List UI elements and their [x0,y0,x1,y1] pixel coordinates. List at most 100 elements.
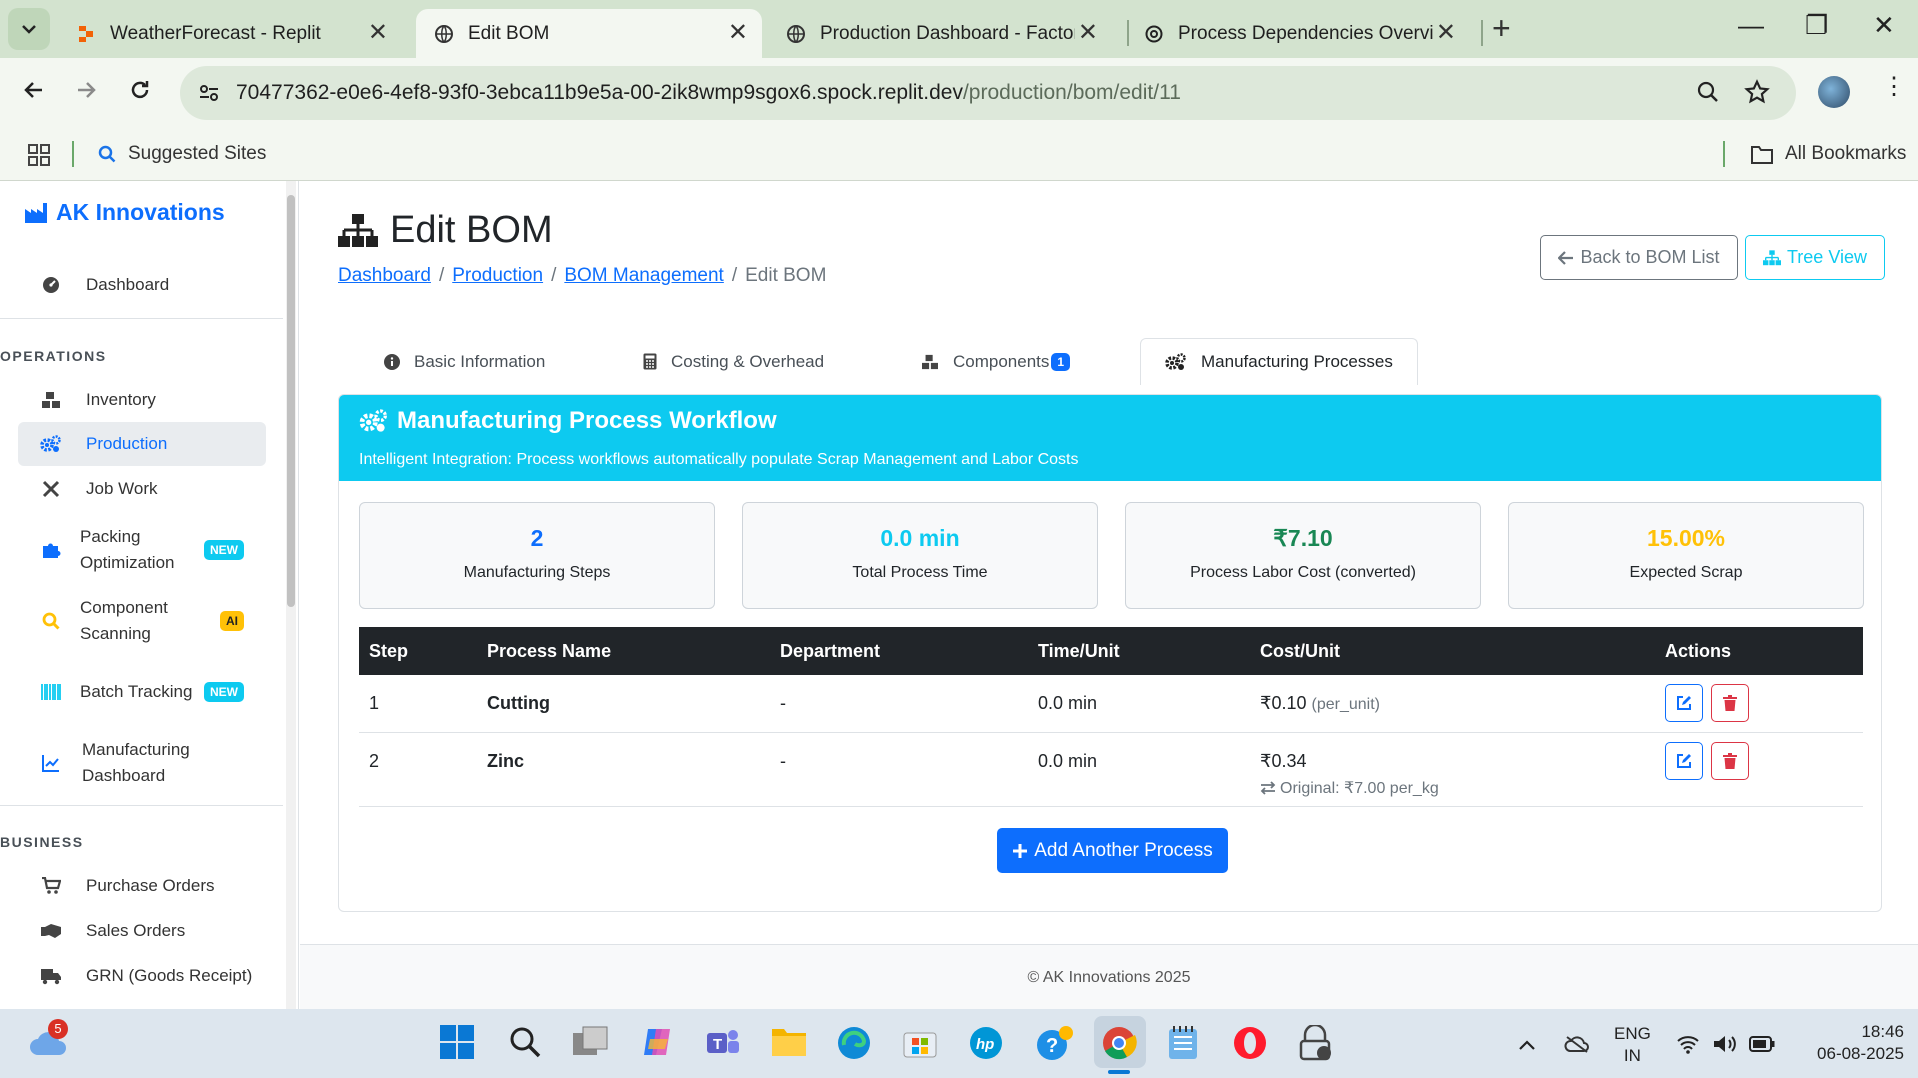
tab-search-button[interactable] [8,8,50,50]
onedrive-icon[interactable] [1564,1035,1590,1053]
reload-icon[interactable] [128,78,152,102]
breadcrumb-dashboard[interactable]: Dashboard [338,265,431,286]
battery-icon[interactable] [1749,1036,1775,1052]
chrome-icon[interactable] [1101,1025,1137,1061]
sidebar-item-job-work[interactable]: Job Work [18,468,266,510]
hp-security-icon[interactable] [1297,1025,1335,1061]
windows-start-icon[interactable] [440,1025,474,1059]
sidebar-item-production[interactable]: Production [18,422,266,466]
close-tab-icon[interactable]: ✕ [728,21,748,45]
business-heading: BUSINESS [0,834,84,850]
sidebar-item-dashboard[interactable]: Dashboard [18,265,266,305]
breadcrumb-production[interactable]: Production [452,265,543,286]
sidebar-item-packing-optimization[interactable]: Packing Optimization NEW [18,521,266,579]
tab-title: WeatherForecast - Replit [110,22,321,44]
close-tab-icon[interactable]: ✕ [368,21,388,45]
restore-button[interactable]: ❐ [1805,10,1828,41]
cost-value: ₹0.34 [1260,750,1307,771]
brand-link[interactable]: AK Innovations [24,199,225,226]
tab-costing-overhead[interactable]: Costing & Overhead [643,338,824,385]
back-to-bom-list-button[interactable]: Back to BOM List [1540,235,1738,280]
address-bar[interactable]: 70477362-e0e6-4ef8-93f0-3ebca11b9e5a-00-… [180,66,1796,120]
help-icon[interactable]: ? [1034,1025,1074,1061]
tab-components[interactable]: Components 1 [921,338,1071,385]
column-header-actions: Actions [1665,640,1732,661]
cogs-icon [1165,353,1186,370]
all-bookmarks-button[interactable]: All Bookmarks [1785,143,1906,165]
stat-value: 0.0 min [880,525,960,551]
sidebar-item-manufacturing-dashboard[interactable]: Manufacturing Dashboard [18,734,266,792]
copilot-icon[interactable] [640,1025,674,1059]
task-view-icon[interactable] [573,1025,609,1059]
add-another-process-button[interactable]: Add Another Process [997,828,1228,873]
browser-tab-production-dashboard[interactable]: Production Dashboard - Factory ✕ [768,9,1112,58]
weather-widget[interactable]: 5 [28,1019,68,1057]
close-tab-icon[interactable]: ✕ [1078,21,1098,45]
sidebar-item-batch-tracking[interactable]: Batch Tracking NEW [18,663,266,721]
tab-manufacturing-processes[interactable]: Manufacturing Processes [1140,338,1418,385]
edit-process-button[interactable] [1665,741,1703,780]
date-text: 06-08-2025 [1817,1044,1904,1063]
minimize-button[interactable]: — [1738,10,1764,41]
process-workflow-card: Manufacturing Process Workflow Intellige… [338,394,1882,912]
sidebar-item-label: Component Scanning [80,598,168,643]
close-tab-icon[interactable]: ✕ [1436,21,1456,45]
tab-basic-information[interactable]: Basic Information [384,338,545,385]
notepad-icon[interactable] [1167,1025,1199,1061]
tab-separator [1481,20,1483,46]
suggested-sites-link[interactable]: Suggested Sites [128,143,266,165]
chevron-up-icon[interactable] [1518,1039,1536,1051]
page-title-text: Edit BOM [390,209,553,251]
volume-icon[interactable] [1712,1034,1738,1054]
file-explorer-icon[interactable] [771,1025,807,1057]
store-icon[interactable] [902,1025,938,1059]
sidebar-item-inventory[interactable]: Inventory [18,379,266,421]
browser-tab-weatherforecast[interactable]: WeatherForecast - Replit ✕ [58,9,402,58]
stat-value: ₹7.10 [1273,525,1333,551]
apps-grid-icon[interactable] [28,144,50,166]
breadcrumb-bom-management[interactable]: BOM Management [564,265,723,286]
components-count-badge: 1 [1051,352,1071,371]
delete-process-button[interactable] [1711,741,1749,780]
sidebar-item-purchase-orders[interactable]: Purchase Orders [18,865,266,907]
edit-process-button[interactable] [1665,684,1703,722]
forward-arrow-icon[interactable] [74,78,98,102]
sidebar-item-sales-orders[interactable]: Sales Orders [18,910,266,952]
cell-time: 0.0 min [1028,675,1250,733]
sidebar-item-grn[interactable]: GRN (Goods Receipt) [18,955,266,997]
cubes-icon [922,354,938,369]
original-cost-text: Original: ₹7.00 per_kg [1280,779,1439,797]
bookmark-star-icon[interactable] [1744,79,1770,105]
browser-tab-edit-bom[interactable]: Edit BOM ✕ [416,9,762,58]
edge-icon[interactable] [836,1025,872,1061]
site-info-icon[interactable] [198,82,220,104]
globe-icon [435,24,453,43]
sidebar-item-label: Job Work [86,479,158,498]
main-content: Edit BOM Dashboard / Production / BOM Manage… [300,181,1918,1009]
hp-icon[interactable]: hp [968,1025,1004,1061]
teams-icon[interactable]: T [705,1025,741,1059]
sidebar-item-label: GRN (Goods Receipt) [86,966,253,985]
back-arrow-icon[interactable] [22,78,46,102]
add-process-label: Add Another Process [1034,839,1213,861]
sidebar-item-component-scanning[interactable]: Component Scanning AI [18,592,266,650]
tree-view-button[interactable]: Tree View [1745,235,1885,280]
scrollbar-thumb[interactable] [287,195,295,607]
search-icon[interactable] [508,1025,542,1059]
svg-text:T: T [713,1036,722,1053]
delete-process-button[interactable] [1711,684,1749,722]
wifi-icon[interactable] [1676,1034,1700,1054]
cell-step: 2 [359,732,477,807]
browser-tab-process-dependencies[interactable]: Process Dependencies Overview ✕ [1126,9,1470,58]
sidebar-scrollbar[interactable] [286,181,296,1009]
opera-icon[interactable] [1232,1025,1268,1061]
clock[interactable]: 18:46 06-08-2025 [1794,1021,1904,1065]
new-tab-button[interactable]: + [1492,12,1511,44]
zoom-icon[interactable] [1696,80,1720,104]
close-window-button[interactable]: ✕ [1873,10,1895,41]
profile-avatar[interactable] [1818,76,1850,108]
info-circle-icon [384,353,400,370]
language-indicator[interactable]: ENG IN [1614,1023,1651,1067]
trash-icon [1723,752,1737,769]
browser-menu-icon[interactable]: ⋮ [1882,74,1906,100]
